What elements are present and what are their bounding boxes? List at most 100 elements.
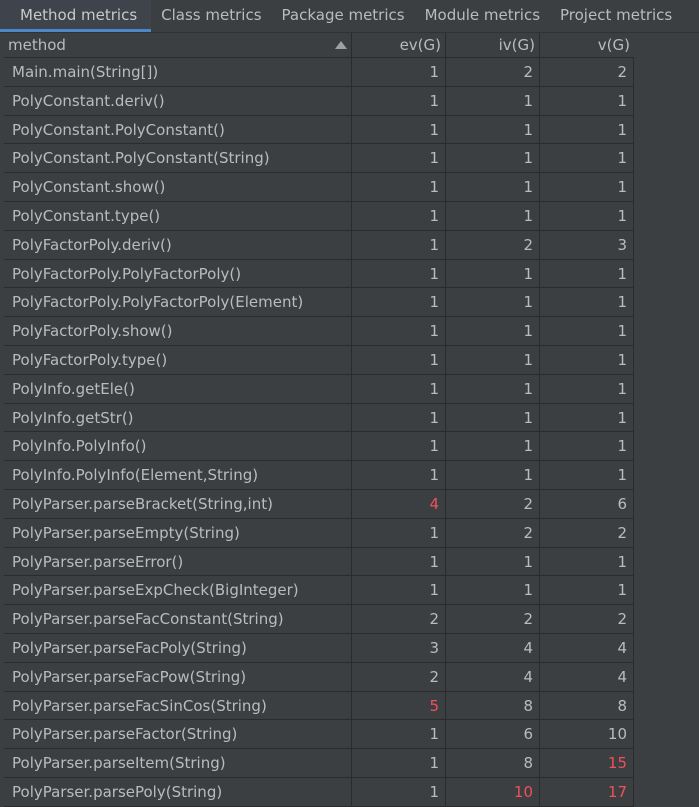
table-row[interactable]: PolyFactorPoly.PolyFactorPoly() 1 1 1 <box>4 259 634 289</box>
method-name-cell: PolyInfo.PolyInfo(Element,String) <box>4 461 352 489</box>
table-row[interactable]: PolyConstant.show() 1 1 1 <box>4 173 634 202</box>
v-value-cell: 1 <box>540 547 634 576</box>
ev-value-cell: 1 <box>352 201 446 230</box>
method-name-cell: PolyFactorPoly.type() <box>4 345 352 374</box>
table-row[interactable]: PolyConstant.deriv() 1 1 1 <box>4 86 634 116</box>
iv-value-cell: 2 <box>446 518 540 547</box>
iv-value-cell: 8 <box>446 691 540 720</box>
table-row[interactable]: Main.main(String[]) 1 2 2 <box>4 58 634 87</box>
table-row[interactable]: PolyParser.parseBracket(String,int) 4 2 6 <box>4 489 634 519</box>
v-value-cell: 2 <box>540 58 634 86</box>
iv-value-cell: 1 <box>446 403 540 432</box>
table-row[interactable]: PolyParser.parseFacSinCos(String) 5 8 8 <box>4 691 634 721</box>
ev-value-cell: 1 <box>352 86 446 115</box>
tab-method-metrics[interactable]: Method metrics <box>0 0 152 32</box>
ev-value-cell: 1 <box>352 173 446 201</box>
iv-value-cell: 1 <box>446 144 540 173</box>
table-row[interactable]: PolyParser.parseExpCheck(BigInteger) 1 1 1 <box>4 576 634 606</box>
table-row[interactable]: PolyFactorPoly.type() 1 1 1 <box>4 345 634 375</box>
method-name-cell: PolyParser.parseItem(String) <box>4 749 352 777</box>
table-row[interactable]: PolyParser.parseItem(String) 1 8 15 <box>4 749 634 778</box>
iv-value-cell: 8 <box>446 749 540 777</box>
ev-value-cell: 1 <box>352 403 446 432</box>
metrics-tab-bar: Method metrics Class metrics Package met… <box>0 0 699 33</box>
tab-module-metrics[interactable]: Module metrics <box>415 0 550 32</box>
v-value-cell: 1 <box>540 403 634 432</box>
iv-value-cell: 2 <box>446 58 540 86</box>
table-row[interactable]: PolyParser.parseFacPoly(String) 3 4 4 <box>4 633 634 663</box>
column-header-method-label: method <box>8 36 66 54</box>
iv-value-cell: 4 <box>446 662 540 691</box>
ev-value-cell: 1 <box>352 58 446 86</box>
ev-value-cell: 2 <box>352 662 446 691</box>
table-row[interactable]: PolyFactorPoly.deriv() 1 2 3 <box>4 230 634 260</box>
v-value-cell: 1 <box>540 374 634 403</box>
table-row[interactable]: PolyInfo.PolyInfo() 1 1 1 <box>4 432 634 462</box>
ev-value-cell: 5 <box>352 691 446 720</box>
iv-value-cell: 1 <box>446 317 540 345</box>
ev-value-cell: 1 <box>352 115 446 144</box>
method-name-cell: PolyParser.parseFacPow(String) <box>4 662 352 691</box>
ev-value-cell: 1 <box>352 720 446 749</box>
tab-project-metrics[interactable]: Project metrics <box>550 0 682 32</box>
table-row[interactable]: PolyParser.parseError() 1 1 1 <box>4 547 634 577</box>
iv-value-cell: 1 <box>446 288 540 317</box>
method-name-cell: PolyConstant.show() <box>4 173 352 201</box>
table-row[interactable]: PolyInfo.PolyInfo(Element,String) 1 1 1 <box>4 461 634 490</box>
table-empty-area <box>634 33 699 804</box>
table-row[interactable]: PolyParser.parseFacConstant(String) 2 2 2 <box>4 605 634 634</box>
ev-value-cell: 1 <box>352 317 446 345</box>
ev-value-cell: 1 <box>352 518 446 547</box>
tab-class-metrics[interactable]: Class metrics <box>151 0 271 32</box>
ev-value-cell: 1 <box>352 374 446 403</box>
method-name-cell: PolyParser.parseFacConstant(String) <box>4 605 352 633</box>
v-value-cell: 1 <box>540 461 634 489</box>
v-value-cell: 3 <box>540 230 634 259</box>
table-row[interactable]: PolyFactorPoly.PolyFactorPoly(Element) 1 1… <box>4 288 634 318</box>
column-header-iv[interactable]: iv(G) <box>446 33 540 57</box>
iv-value-cell: 2 <box>446 489 540 518</box>
iv-value-cell: 1 <box>446 86 540 115</box>
table-row[interactable]: PolyConstant.PolyConstant() 1 1 1 <box>4 115 634 145</box>
iv-value-cell: 1 <box>446 547 540 576</box>
iv-value-cell: 1 <box>446 259 540 288</box>
ev-value-cell: 4 <box>352 489 446 518</box>
method-name-cell: PolyFactorPoly.deriv() <box>4 230 352 259</box>
iv-value-cell: 2 <box>446 230 540 259</box>
ev-value-cell: 2 <box>352 605 446 633</box>
v-value-cell: 8 <box>540 691 634 720</box>
metrics-table: method ev(G) iv(G) v(G) Main.main(String… <box>0 33 699 807</box>
method-name-cell: PolyConstant.type() <box>4 201 352 230</box>
v-value-cell: 2 <box>540 518 634 547</box>
v-value-cell: 1 <box>540 345 634 374</box>
method-name-cell: PolyConstant.PolyConstant() <box>4 115 352 144</box>
ev-value-cell: 1 <box>352 345 446 374</box>
column-header-v[interactable]: v(G) <box>540 33 634 57</box>
iv-value-cell: 1 <box>446 115 540 144</box>
table-row[interactable]: PolyInfo.getEle() 1 1 1 <box>4 374 634 404</box>
table-row[interactable]: PolyParser.parseFacPow(String) 2 4 4 <box>4 662 634 692</box>
method-name-cell: PolyConstant.PolyConstant(String) <box>4 144 352 173</box>
table-header: method ev(G) iv(G) v(G) <box>4 33 634 58</box>
table-row[interactable]: PolyConstant.type() 1 1 1 <box>4 201 634 231</box>
v-value-cell: 6 <box>540 489 634 518</box>
table-row[interactable]: PolyConstant.PolyConstant(String) 1 1 1 <box>4 144 634 174</box>
table-row[interactable]: PolyFactorPoly.show() 1 1 1 <box>4 317 634 346</box>
column-header-method[interactable]: method <box>4 33 352 57</box>
method-name-cell: PolyInfo.getStr() <box>4 403 352 432</box>
method-name-cell: PolyInfo.getEle() <box>4 374 352 403</box>
table-row[interactable]: PolyInfo.getStr() 1 1 1 <box>4 403 634 433</box>
iv-value-cell: 1 <box>446 345 540 374</box>
method-name-cell: PolyParser.parseEmpty(String) <box>4 518 352 547</box>
table-row[interactable]: PolyParser.parseEmpty(String) 1 2 2 <box>4 518 634 548</box>
v-value-cell: 10 <box>540 720 634 749</box>
column-header-ev[interactable]: ev(G) <box>352 33 446 57</box>
ev-value-cell: 1 <box>352 576 446 605</box>
method-name-cell: PolyParser.parseFacPoly(String) <box>4 633 352 662</box>
tab-package-metrics[interactable]: Package metrics <box>272 0 415 32</box>
iv-value-cell: 10 <box>446 777 540 806</box>
method-name-cell: PolyFactorPoly.show() <box>4 317 352 345</box>
method-name-cell: PolyInfo.PolyInfo() <box>4 432 352 461</box>
table-row[interactable]: PolyParser.parseFactor(String) 1 6 10 <box>4 720 634 750</box>
table-row[interactable]: PolyParser.parsePoly(String) 1 10 17 <box>4 777 634 807</box>
